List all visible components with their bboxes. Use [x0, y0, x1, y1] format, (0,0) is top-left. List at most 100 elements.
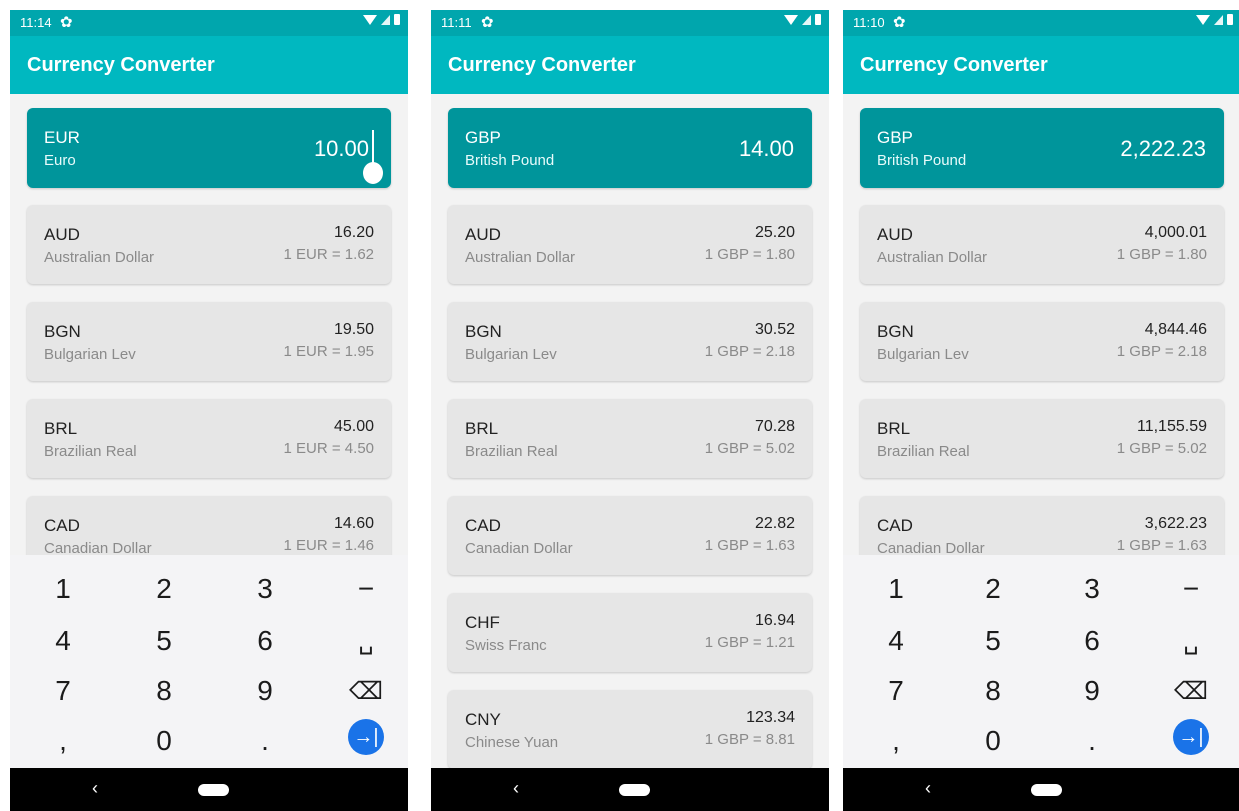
key-8[interactable]: 8	[963, 669, 1023, 713]
wifi-icon	[1196, 14, 1210, 25]
list-item[interactable]: BGN Bulgarian Lev 30.52 1 GBP = 2.18	[448, 302, 812, 381]
currency-code: AUD	[44, 225, 80, 244]
key-5[interactable]: 5	[963, 619, 1023, 663]
app-title: Currency Converter	[448, 54, 636, 76]
currency-code: BRL	[465, 419, 499, 438]
app-title: Currency Converter	[860, 54, 1048, 76]
numeric-keyboard: 1 2 3 − 4 5 6 ␣ 7 8 9 ⌫ , 0 . →|	[843, 555, 1239, 768]
key-period[interactable]: .	[235, 719, 295, 763]
base-currency-card[interactable]: EUR Euro 10.00	[27, 108, 391, 188]
key-3[interactable]: 3	[1062, 567, 1122, 611]
list-item[interactable]: BRL Brazilian Real 70.28 1 GBP = 5.02	[448, 399, 812, 478]
backspace-icon[interactable]: ⌫	[1161, 669, 1221, 713]
key-7[interactable]: 7	[33, 669, 93, 713]
navigation-bar: ‹	[10, 768, 408, 811]
key-minus[interactable]: −	[336, 567, 396, 611]
currency-code: CNY	[465, 710, 501, 729]
base-amount-input[interactable]: 2,222.23	[1120, 136, 1206, 162]
converted-value: 19.50	[333, 321, 374, 338]
converted-value: 70.28	[754, 418, 795, 435]
list-item[interactable]: CAD Canadian Dollar 22.82 1 GBP = 1.63	[448, 496, 812, 575]
base-amount-input[interactable]: 10.00	[314, 136, 369, 162]
app-title: Currency Converter	[27, 54, 215, 76]
currency-name: Swiss Franc	[465, 637, 547, 654]
currency-name: Bulgarian Lev	[877, 346, 969, 363]
key-9[interactable]: 9	[235, 669, 295, 713]
converted-value: 16.20	[333, 224, 374, 241]
list-item[interactable]: CNY Chinese Yuan 123.34 1 GBP = 8.81	[448, 690, 812, 769]
key-2[interactable]: 2	[963, 567, 1023, 611]
currency-name: Canadian Dollar	[465, 540, 573, 557]
key-comma[interactable]: ,	[33, 719, 93, 763]
navigation-bar: ‹	[843, 768, 1239, 811]
exchange-rate: 1 GBP = 1.80	[1116, 246, 1207, 263]
base-currency-name: British Pound	[465, 152, 555, 169]
backspace-icon[interactable]: ⌫	[336, 669, 396, 713]
base-currency-card[interactable]: GBP British Pound 14.00	[448, 108, 812, 188]
list-item[interactable]: AUD Australian Dollar 25.20 1 GBP = 1.80	[448, 205, 812, 284]
converted-value: 4,000.01	[1144, 224, 1207, 241]
key-6[interactable]: 6	[1062, 619, 1122, 663]
back-icon[interactable]: ‹	[513, 778, 519, 799]
navigation-bar: ‹	[431, 768, 829, 811]
key-space[interactable]: ␣	[1161, 619, 1221, 663]
exchange-rate: 1 GBP = 1.21	[704, 634, 795, 651]
list-item[interactable]: BRL Brazilian Real 11,155.59 1 GBP = 5.0…	[860, 399, 1224, 478]
base-currency-name: British Pound	[877, 152, 967, 169]
exchange-rate: 1 GBP = 2.18	[704, 343, 795, 360]
key-1[interactable]: 1	[33, 567, 93, 611]
battery-icon	[394, 14, 400, 25]
key-1[interactable]: 1	[866, 567, 926, 611]
currency-code: CAD	[877, 516, 913, 535]
key-9[interactable]: 9	[1062, 669, 1122, 713]
key-4[interactable]: 4	[33, 619, 93, 663]
key-3[interactable]: 3	[235, 567, 295, 611]
converted-value: 3,622.23	[1144, 515, 1207, 532]
base-currency-card[interactable]: GBP British Pound 2,222.23	[860, 108, 1224, 188]
converted-value: 123.34	[746, 709, 795, 726]
numeric-keyboard: 1 2 3 − 4 5 6 ␣ 7 8 9 ⌫ , 0 . →|	[10, 555, 408, 768]
back-icon[interactable]: ‹	[925, 778, 931, 799]
currency-name: Australian Dollar	[877, 249, 988, 266]
enter-button[interactable]: →|	[336, 715, 396, 759]
gear-icon: ✿	[481, 14, 494, 31]
list-item[interactable]: CHF Swiss Franc 16.94 1 GBP = 1.21	[448, 593, 812, 672]
status-time: 11:11	[441, 15, 472, 30]
list-item[interactable]: BRL Brazilian Real 45.00 1 EUR = 4.50	[27, 399, 391, 478]
key-4[interactable]: 4	[866, 619, 926, 663]
exchange-rate: 1 GBP = 5.02	[1116, 440, 1207, 457]
key-8[interactable]: 8	[134, 669, 194, 713]
cursor-handle[interactable]	[363, 162, 383, 184]
list-item[interactable]: BGN Bulgarian Lev 4,844.46 1 GBP = 2.18	[860, 302, 1224, 381]
base-amount-input[interactable]: 14.00	[739, 136, 794, 162]
home-icon[interactable]	[198, 784, 229, 796]
currency-name: Australian Dollar	[44, 249, 155, 266]
key-2[interactable]: 2	[134, 567, 194, 611]
status-icons	[784, 14, 821, 25]
home-icon[interactable]	[619, 784, 650, 796]
status-icons	[1196, 14, 1233, 25]
key-minus[interactable]: −	[1161, 567, 1221, 611]
enter-button[interactable]: →|	[1161, 715, 1221, 759]
app-bar: Currency Converter	[10, 36, 408, 94]
currency-code: CHF	[465, 613, 500, 632]
wifi-icon	[363, 14, 377, 25]
key-space[interactable]: ␣	[336, 619, 396, 663]
key-comma[interactable]: ,	[866, 719, 926, 763]
currency-code: CAD	[44, 516, 80, 535]
list-item[interactable]: AUD Australian Dollar 16.20 1 EUR = 1.62	[27, 205, 391, 284]
home-icon[interactable]	[1031, 784, 1062, 796]
key-6[interactable]: 6	[235, 619, 295, 663]
back-icon[interactable]: ‹	[92, 778, 98, 799]
key-0[interactable]: 0	[134, 719, 194, 763]
list-item[interactable]: AUD Australian Dollar 4,000.01 1 GBP = 1…	[860, 205, 1224, 284]
key-7[interactable]: 7	[866, 669, 926, 713]
status-time: 11:14	[20, 15, 52, 30]
signal-icon	[1214, 14, 1223, 25]
key-period[interactable]: .	[1062, 719, 1122, 763]
converted-value: 25.20	[754, 224, 795, 241]
key-5[interactable]: 5	[134, 619, 194, 663]
key-0[interactable]: 0	[963, 719, 1023, 763]
list-item[interactable]: BGN Bulgarian Lev 19.50 1 EUR = 1.95	[27, 302, 391, 381]
currency-name: Chinese Yuan	[465, 734, 559, 751]
